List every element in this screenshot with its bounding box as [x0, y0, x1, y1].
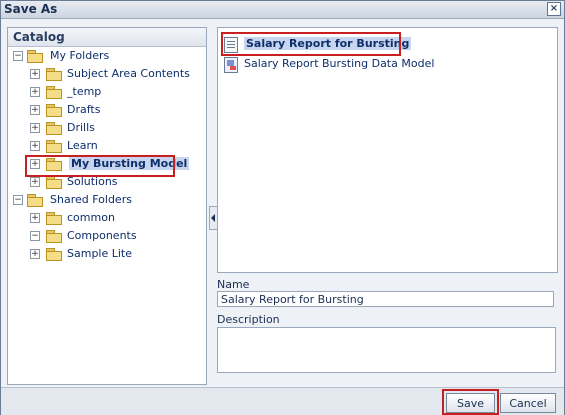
tree-node-label: Sample Lite	[67, 247, 133, 260]
expand-icon[interactable]: +	[30, 249, 40, 259]
file-item-label: Salary Report Bursting Data Model	[244, 57, 435, 70]
folder-icon	[46, 140, 62, 153]
catalog-panel: Catalog − My Folders + Subject Area Cont…	[7, 27, 207, 385]
save-as-dialog: Save As × Catalog − My Folders + Subject…	[0, 0, 565, 415]
dialog-title: Save As	[4, 2, 58, 16]
cancel-button[interactable]: Cancel	[500, 393, 556, 413]
expand-icon[interactable]: +	[30, 123, 40, 133]
collapse-icon[interactable]: −	[13, 51, 23, 61]
folder-icon	[46, 212, 62, 225]
tree-node-label: Learn	[67, 139, 98, 152]
folder-icon	[46, 248, 62, 261]
expand-icon[interactable]: +	[30, 87, 40, 97]
tree-node-label: common	[67, 211, 115, 224]
tree-node-label: _temp	[67, 85, 102, 98]
folder-icon	[46, 176, 62, 189]
title-bar: Save As ×	[1, 1, 564, 19]
description-input[interactable]	[217, 327, 556, 373]
expand-icon[interactable]: +	[30, 177, 40, 187]
highlight-box-folder	[25, 155, 175, 177]
expand-icon[interactable]: +	[30, 105, 40, 115]
tree-node-label: Components	[67, 229, 137, 242]
folder-icon	[46, 230, 62, 243]
open-folder-icon	[27, 194, 43, 207]
collapse-icon[interactable]: −	[30, 231, 40, 241]
folder-icon	[46, 86, 62, 99]
expand-icon[interactable]: +	[30, 69, 40, 79]
folder-icon	[46, 104, 62, 117]
tree-node-label: Drills	[67, 121, 95, 134]
folder-icon	[46, 122, 62, 135]
open-folder-icon	[27, 50, 43, 63]
data-model-icon	[224, 57, 238, 73]
catalog-title: Catalog	[13, 30, 65, 44]
expand-icon[interactable]: +	[30, 141, 40, 151]
catalog-header: Catalog	[8, 28, 206, 47]
tree-node-label: Shared Folders	[50, 193, 132, 206]
file-list-pane: Salary Report for Bursting Salary Report…	[217, 27, 558, 273]
close-button[interactable]: ×	[547, 2, 561, 16]
highlight-box-save	[442, 389, 499, 415]
tree-node-label: Subject Area Contents	[67, 67, 190, 80]
description-label: Description	[217, 313, 280, 326]
collapse-icon[interactable]: −	[13, 195, 23, 205]
folder-icon	[46, 68, 62, 81]
name-label: Name	[217, 278, 250, 291]
expand-icon[interactable]: +	[30, 213, 40, 223]
name-input[interactable]	[217, 291, 554, 307]
highlight-box-file	[221, 32, 401, 56]
tree-node-label: Drafts	[67, 103, 101, 116]
tree-node-label: My Folders	[50, 49, 110, 62]
